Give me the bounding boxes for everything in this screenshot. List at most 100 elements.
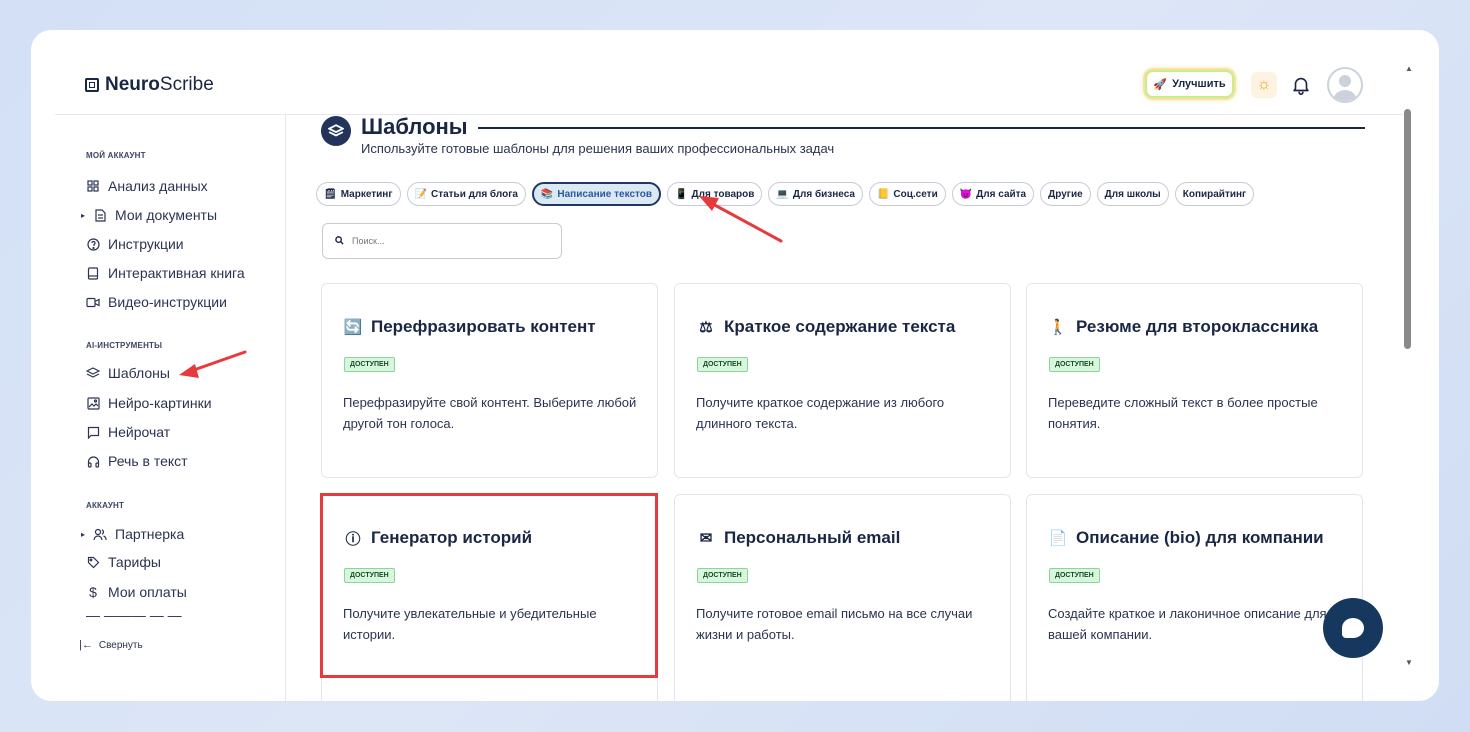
sidebar-item-video-instructions[interactable]: Видео-инструкции bbox=[86, 294, 227, 310]
highlight-box bbox=[320, 493, 658, 678]
section-label-ai-tools: AI-ИНСТРУМЕНТЫ bbox=[86, 341, 163, 350]
sidebar-item-data-analysis[interactable]: Анализ данных bbox=[86, 178, 208, 194]
category-chip-marketing[interactable]: 🗒 Маркетинг bbox=[316, 182, 401, 206]
category-filter-bar: 🗒 Маркетинг 📝 Статьи для блога 📚 Написание те… bbox=[316, 182, 1372, 208]
scroll-down-arrow[interactable]: ▼ bbox=[1405, 658, 1413, 667]
logo[interactable]: NeuroScribe bbox=[85, 74, 214, 96]
sidebar-item-neurochat[interactable]: Нейрочат bbox=[86, 424, 170, 440]
sidebar-item-partner[interactable]: ▸ Партнерка bbox=[81, 526, 184, 542]
category-chip-copywriting[interactable]: Копирайтинг bbox=[1174, 182, 1255, 206]
sidebar-item-templates[interactable]: Шаблоны bbox=[86, 365, 170, 381]
books-icon: 📚 bbox=[540, 188, 554, 200]
layers-icon bbox=[86, 366, 100, 380]
template-card-summary[interactable]: ⚖ Краткое содержание текста ДОСТУПЕН Полу… bbox=[674, 283, 1011, 478]
tag-icon bbox=[86, 555, 100, 569]
headphones-icon bbox=[86, 454, 100, 468]
page-subtitle: Используйте готовые шаблоны для решения … bbox=[361, 141, 835, 156]
scroll-up-arrow[interactable]: ▲ bbox=[1405, 64, 1413, 73]
upgrade-button[interactable]: 🚀 Улучшить bbox=[1145, 70, 1234, 98]
document-icon bbox=[93, 208, 107, 222]
sidebar-item-tariffs[interactable]: Тарифы bbox=[86, 554, 161, 570]
notepad-icon: 🗒 bbox=[324, 188, 337, 200]
sidebar-item-instructions[interactable]: Инструкции bbox=[86, 236, 184, 252]
sidebar-item-interactive-book[interactable]: Интерактивная книга bbox=[86, 265, 245, 281]
status-badge: ДОСТУПЕН bbox=[697, 568, 748, 583]
dollar-icon: $ bbox=[89, 584, 97, 600]
arrow-to-category-chip bbox=[709, 201, 783, 243]
category-chip-website[interactable]: 😈 Для сайта bbox=[951, 182, 1035, 206]
template-card-eli5[interactable]: 🚶 Резюме для второклассника ДОСТУПЕН Пере… bbox=[1026, 283, 1363, 478]
caret-right-icon: ▸ bbox=[81, 529, 86, 539]
devil-icon: 😈 bbox=[959, 188, 973, 200]
users-icon bbox=[93, 527, 107, 541]
chat-support-button[interactable] bbox=[1323, 598, 1383, 658]
status-badge: ДОСТУПЕН bbox=[1049, 568, 1100, 583]
templates-layers-icon bbox=[321, 116, 351, 146]
status-badge: ДОСТУПЕН bbox=[697, 357, 748, 372]
chat-bubble-icon bbox=[1342, 618, 1364, 638]
app-window: NeuroScribe 🚀 Улучшить ☼ МОЙ АККАУНТ Ана… bbox=[31, 30, 1439, 701]
bell-icon[interactable] bbox=[1290, 74, 1312, 96]
sidebar-item-my-documents[interactable]: ▸ Мои документы bbox=[81, 207, 217, 223]
theme-toggle-sun-icon[interactable]: ☼ bbox=[1251, 72, 1277, 98]
grid-icon bbox=[86, 179, 100, 193]
card-title: 🚶 Резюме для второклассника bbox=[1048, 317, 1319, 336]
card-description: Создайте краткое и лаконичное описание д… bbox=[1048, 606, 1327, 642]
status-badge: ДОСТУПЕН bbox=[344, 357, 395, 372]
person-walking-icon: 🚶 bbox=[1048, 319, 1068, 336]
logo-text: NeuroScribe bbox=[105, 74, 214, 95]
sidebar-item-speech-to-text[interactable]: Речь в текст bbox=[86, 453, 188, 469]
card-title: 📄 Описание (bio) для компании bbox=[1048, 528, 1324, 547]
card-title: 🔄 Перефразировать контент bbox=[343, 317, 596, 336]
category-chip-school[interactable]: Для школы bbox=[1096, 182, 1169, 206]
template-search[interactable] bbox=[322, 223, 562, 259]
card-description: Получите краткое содержание из любого дл… bbox=[696, 395, 945, 431]
category-chip-other[interactable]: Другие bbox=[1040, 182, 1091, 206]
scales-icon: ⚖ bbox=[699, 319, 713, 336]
avatar[interactable] bbox=[1327, 67, 1363, 103]
template-card-paraphrase[interactable]: 🔄 Перефразировать контент ДОСТУПЕН Перефр… bbox=[321, 283, 658, 478]
collapse-button[interactable]: |← Свернуть bbox=[79, 639, 143, 651]
help-icon bbox=[86, 237, 100, 251]
card-title: ⚖ Краткое содержание текста bbox=[696, 317, 955, 337]
category-chip-blog-articles[interactable]: 📝 Статьи для блога bbox=[406, 182, 526, 206]
top-header: NeuroScribe 🚀 Улучшить ☼ bbox=[31, 30, 1403, 114]
search-input[interactable] bbox=[350, 235, 534, 247]
card-description: Перефразируйте свой контент. Выберите лю… bbox=[343, 395, 637, 431]
card-title: ✉ Персональный email bbox=[696, 528, 901, 548]
category-chip-business[interactable]: 💻 Для бизнеса bbox=[768, 182, 863, 206]
sidebar: МОЙ АККАУНТ Анализ данных ▸ Мои документ… bbox=[55, 115, 286, 701]
ledger-icon: 📒 bbox=[876, 188, 890, 200]
status-badge: ДОСТУПЕН bbox=[1049, 357, 1100, 372]
book-icon bbox=[86, 266, 100, 280]
rocket-icon: 🚀 bbox=[1153, 78, 1168, 91]
title-divider bbox=[478, 127, 1365, 129]
image-icon bbox=[86, 396, 100, 410]
sidebar-item-neuro-images[interactable]: Нейро-картинки bbox=[86, 395, 212, 411]
sidebar-item-my-payments[interactable]: $ Мои оплаты bbox=[86, 584, 187, 600]
card-description: Получите готовое email письмо на все слу… bbox=[696, 606, 973, 642]
sidebar-item-clipped: — ——— — — bbox=[86, 613, 286, 619]
page-icon: 📄 bbox=[1048, 530, 1068, 547]
caret-right-icon: ▸ bbox=[81, 210, 86, 220]
category-chip-products[interactable]: 📱 Для товаров bbox=[667, 182, 763, 206]
category-chip-social[interactable]: 📒 Соц.сети bbox=[868, 182, 946, 206]
scrollbar-thumb[interactable] bbox=[1404, 109, 1411, 349]
section-label-my-account: МОЙ АККАУНТ bbox=[86, 151, 146, 160]
video-icon bbox=[86, 295, 100, 309]
envelope-icon: ✉ bbox=[699, 530, 713, 547]
page-title: Шаблоны bbox=[361, 114, 468, 139]
section-label-account: АККАУНТ bbox=[86, 501, 125, 510]
search-icon bbox=[335, 232, 344, 250]
card-description: Переведите сложный текст в более простые… bbox=[1048, 395, 1318, 431]
logo-icon bbox=[85, 78, 99, 92]
collapse-icon: |← bbox=[79, 639, 93, 651]
template-card-company-bio[interactable]: 📄 Описание (bio) для компании ДОСТУПЕН Со… bbox=[1026, 494, 1363, 701]
phone-icon: 📱 bbox=[675, 188, 688, 200]
template-card-personal-email[interactable]: ✉ Персональный email ДОСТУПЕН Получите го… bbox=[674, 494, 1011, 701]
category-chip-text-writing[interactable]: 📚 Написание текстов bbox=[531, 182, 662, 206]
memo-icon: 📝 bbox=[414, 188, 427, 200]
refresh-icon: 🔄 bbox=[343, 319, 363, 336]
chat-icon bbox=[86, 425, 100, 439]
laptop-icon: 💻 bbox=[776, 188, 789, 200]
